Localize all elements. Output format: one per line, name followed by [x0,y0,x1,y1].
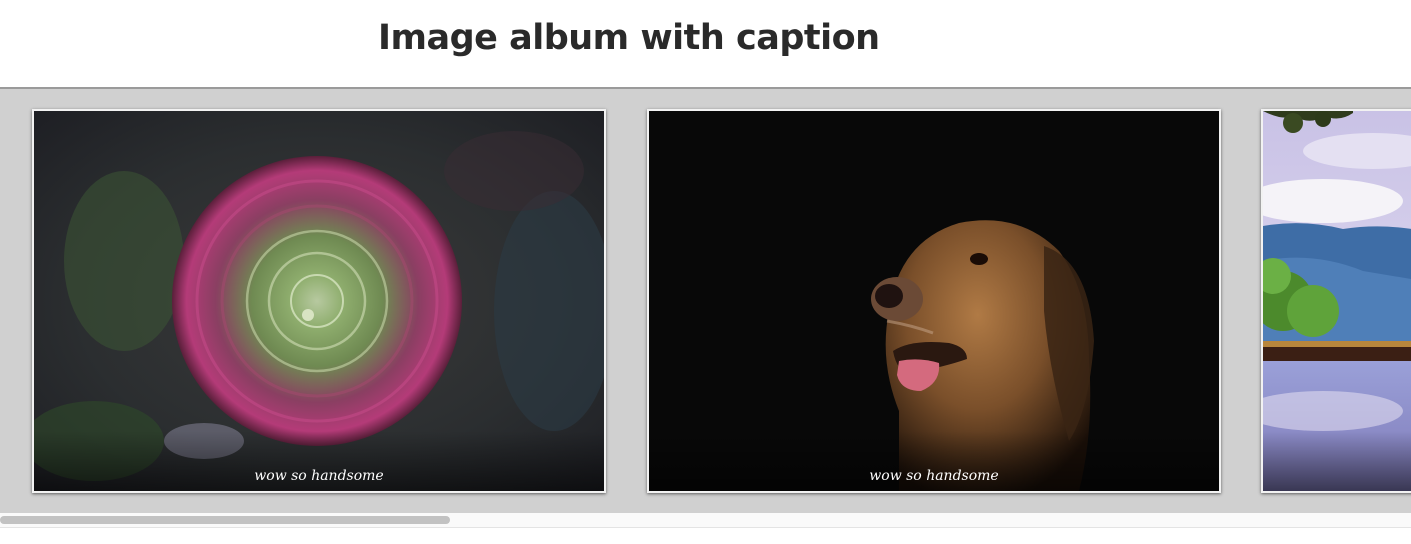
scrollbar-thumb[interactable] [0,516,450,524]
page-title: Image album with caption [378,18,880,58]
page-header: Image album with caption [0,0,1411,87]
album-item-caption: wow so handsome [254,468,384,484]
album-item-caption: wow so handsome [869,468,999,484]
horizontal-scrollbar[interactable] [0,513,1411,528]
album-item[interactable]: wow so handsome [647,109,1221,493]
album-item[interactable]: wow so handsome [32,109,606,493]
album-item[interactable] [1261,109,1411,493]
caption-shade [1263,431,1411,491]
album-carousel[interactable]: wow so handsome wow so handsome [0,87,1411,513]
